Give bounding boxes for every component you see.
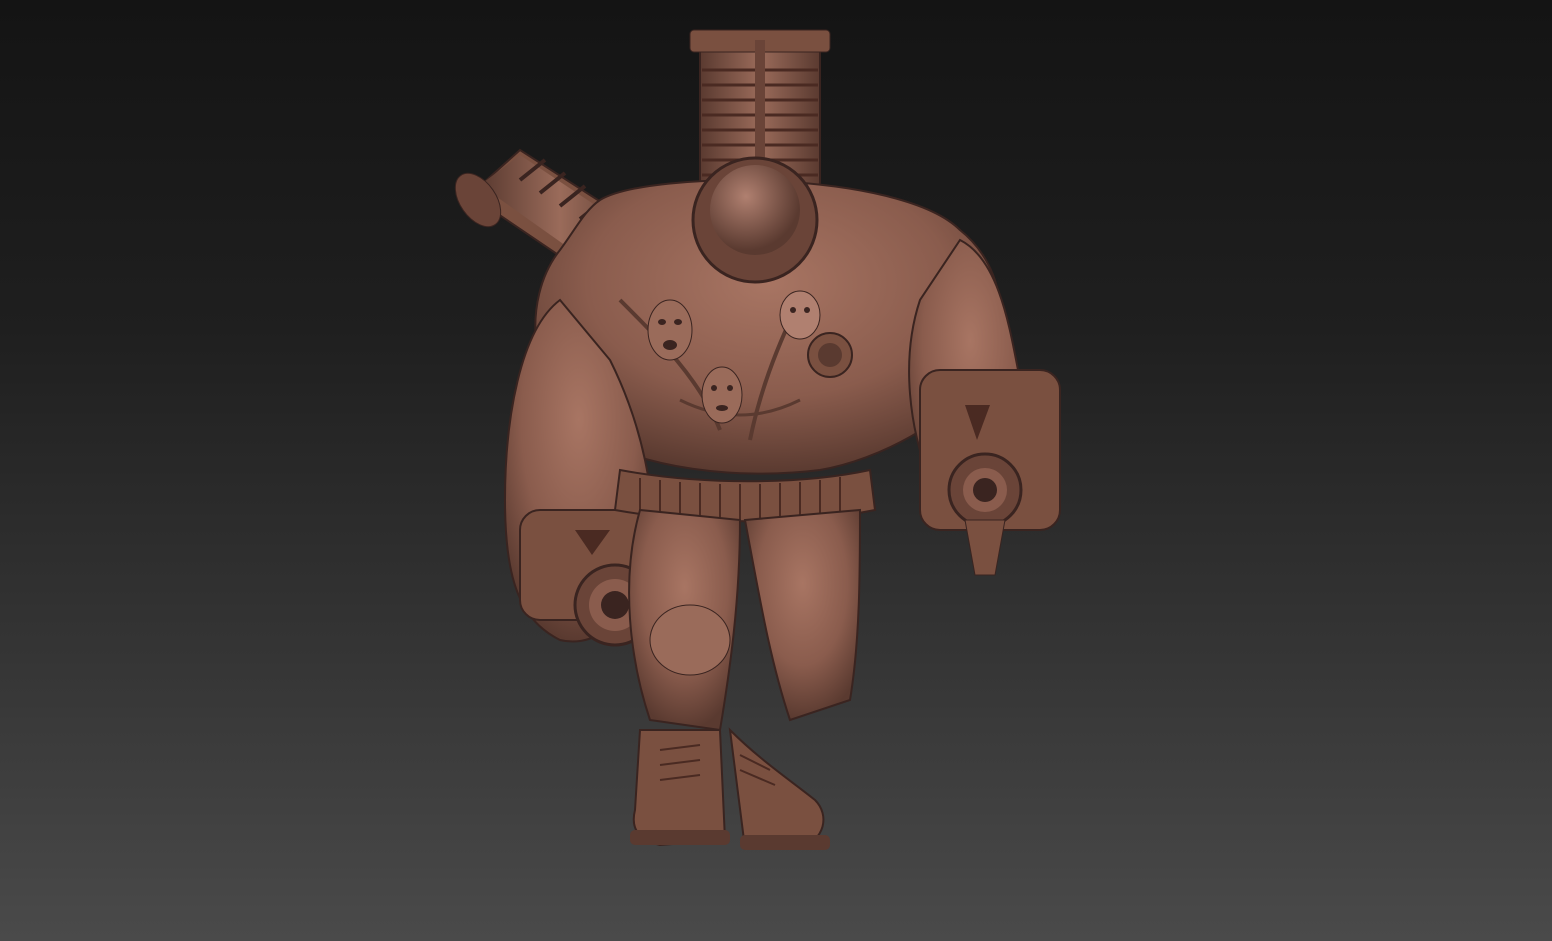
embedded-face-left	[647, 299, 693, 361]
sculpt-viewport[interactable]	[0, 0, 1552, 941]
right-arm-cannon	[919, 369, 1061, 576]
chest-orb	[691, 156, 819, 284]
creature-sculpt-model	[454, 29, 1061, 850]
embedded-face-center	[701, 366, 743, 424]
boots	[630, 727, 830, 850]
legs	[628, 508, 862, 732]
